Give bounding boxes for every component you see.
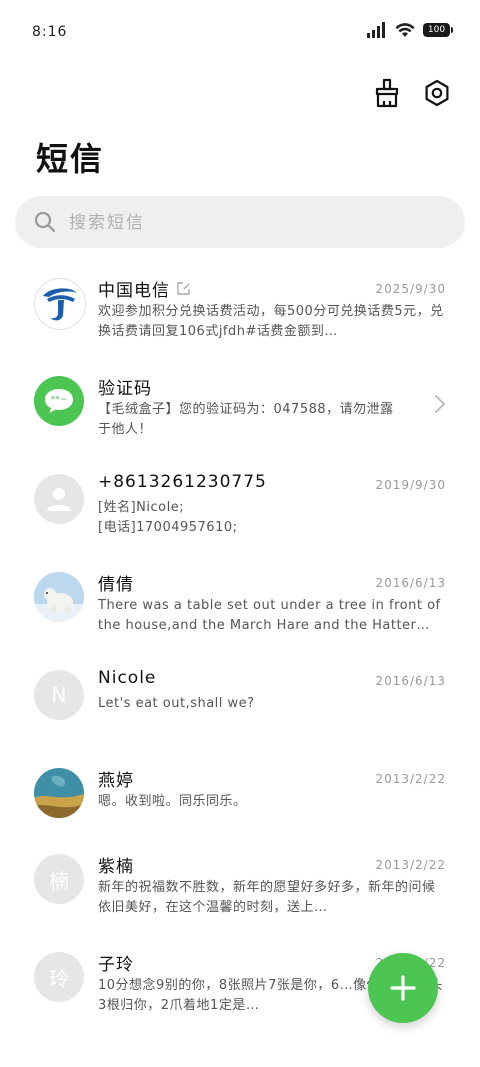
conversation-time: 2025/9/30 [375, 282, 446, 296]
conversation-item[interactable]: N Nicole 2016/6/13 Let's eat out,shall w… [0, 654, 480, 752]
conversation-name: 子玲 [98, 955, 134, 975]
conversation-item[interactable]: 楠 紫楠 2013/2/22 新年的祝福数不胜数，新年的愿望好多好多，新年的问候… [0, 838, 480, 936]
conversation-time: 2016/6/13 [375, 576, 446, 590]
china-telecom-logo-icon [43, 288, 77, 321]
conversation-name-row: 子玲 [98, 950, 134, 975]
conversation-preview: 【毛绒盒子】您的验证码为：047588，请勿泄露于他人！ [98, 402, 394, 437]
conversation-name: +8613261230775 [98, 472, 267, 492]
conversation-time: 2019/9/30 [375, 478, 446, 492]
conversation-name-row: Nicole [98, 668, 156, 688]
landscape-photo-icon [34, 768, 84, 818]
signal-icon [367, 22, 385, 38]
person-icon [47, 488, 71, 511]
avatar: **~ [34, 376, 84, 426]
search-icon [34, 211, 56, 233]
conversation-preview: Let's eat out,shall we? [98, 696, 255, 711]
status-bar: 8:16 100 [0, 0, 480, 66]
avatar: N [34, 670, 84, 720]
wifi-icon [395, 23, 415, 37]
page-title: 短信 [36, 140, 105, 178]
avatar-initial: 楠 [49, 868, 69, 893]
conversation-preview: [姓名]Nicole; [电话]17004957610; [98, 500, 238, 535]
status-icons: 100 [367, 22, 453, 38]
message-bubble-icon: **~ [45, 389, 73, 413]
broom-icon [375, 78, 399, 108]
conversation-time: 2013/2/22 [375, 772, 446, 786]
avatar [34, 474, 84, 524]
conversation-item[interactable]: **~ 验证码 【毛绒盒子】您的验证码为：047588，请勿泄露于他人！ [0, 360, 480, 458]
conversation-name: 紫楠 [98, 857, 134, 877]
conversation-list: 中国电信 2025/9/30 欢迎参加积分兑换话费活动，每500分可兑换话费5元… [0, 262, 480, 1034]
avatar-initial: 玲 [49, 966, 69, 991]
conversation-preview: 嗯。收到啦。同乐同乐。 [98, 794, 247, 809]
conversation-preview: 新年的祝福数不胜数，新年的愿望好多好多，新年的问候依旧美好，在这个温馨的时刻，送… [98, 880, 436, 915]
conversation-name-row: 燕婷 [98, 766, 134, 791]
conversation-preview: 欢迎参加积分兑换话费活动，每500分可兑换话费5元，兑换话费请回复106式jfd… [98, 304, 444, 339]
new-message-button[interactable] [368, 953, 438, 1023]
avatar-initial: N [51, 683, 67, 707]
conversation-item[interactable]: 中国电信 2025/9/30 欢迎参加积分兑换话费活动，每500分可兑换话费5元… [0, 262, 480, 360]
chevron-right-icon [435, 395, 446, 413]
conversation-item[interactable]: +8613261230775 2019/9/30 [姓名]Nicole; [电话… [0, 458, 480, 556]
conversation-item[interactable]: 燕婷 2013/2/22 嗯。收到啦。同乐同乐。 [0, 752, 480, 838]
conversation-time: 2016/6/13 [375, 674, 446, 688]
status-time: 8:16 [32, 24, 68, 40]
conversation-item[interactable]: 倩倩 2016/6/13 There was a table set out u… [0, 556, 480, 654]
avatar: 楠 [34, 854, 84, 904]
plus-icon [390, 975, 416, 1001]
conversation-name-row: 倩倩 [98, 570, 134, 595]
polar-bear-photo-icon [34, 572, 84, 622]
settings-button[interactable] [420, 76, 454, 110]
conversation-name-row: 紫楠 [98, 852, 134, 877]
conversation-name-row: +8613261230775 [98, 472, 267, 492]
battery-indicator: 100 [423, 23, 453, 37]
header-actions [370, 76, 454, 110]
conversation-preview: There was a table set out under a tree i… [98, 598, 441, 633]
avatar [34, 768, 84, 818]
avatar: 玲 [34, 952, 84, 1002]
conversation-name-row: 中国电信 [98, 276, 191, 301]
svg-text:**~: **~ [51, 395, 68, 405]
clean-button[interactable] [370, 76, 404, 110]
conversation-name-row: 验证码 [98, 374, 152, 399]
search-bar[interactable] [15, 196, 465, 250]
conversation-name: 燕婷 [98, 771, 134, 791]
edit-icon [177, 282, 190, 295]
search-input[interactable] [67, 196, 451, 250]
conversation-time: 2013/2/22 [375, 858, 446, 872]
gear-icon [425, 79, 449, 107]
avatar [34, 278, 86, 330]
conversation-name: 中国电信 [98, 281, 170, 301]
conversation-name: Nicole [98, 668, 157, 688]
conversation-name: 倩倩 [98, 575, 134, 595]
conversation-name: 验证码 [98, 379, 152, 399]
avatar [34, 572, 84, 622]
messages-screen: 8:16 100 短信 搜索短信 中国电信 2025/9/30 欢迎参加积分兑换… [0, 0, 480, 1067]
